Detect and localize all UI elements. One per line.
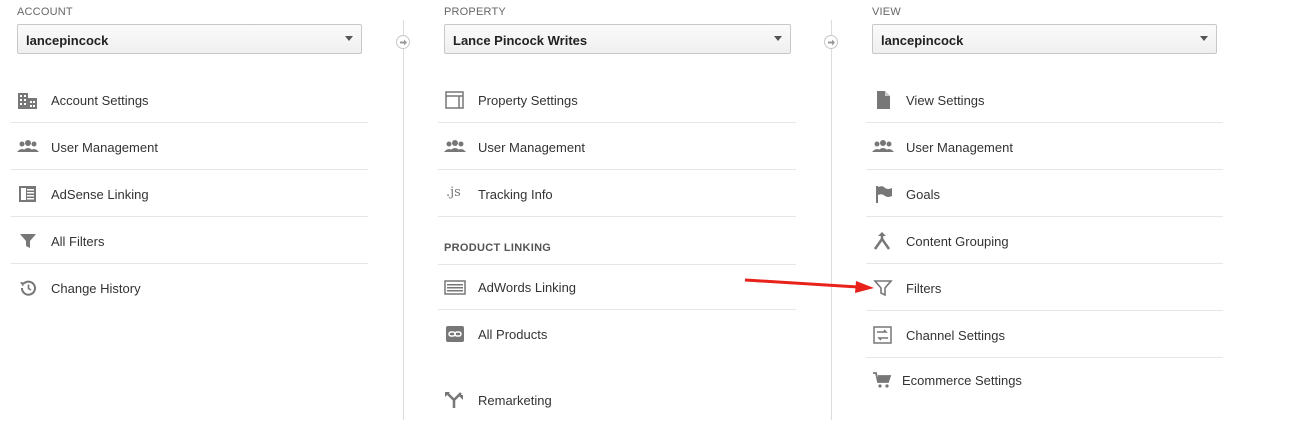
goals-label: Goals bbox=[906, 187, 940, 202]
property-settings-label: Property Settings bbox=[478, 93, 578, 108]
view-header: VIEW bbox=[872, 6, 901, 18]
property-user-management-item[interactable]: User Management bbox=[438, 124, 796, 170]
view-settings-item[interactable]: View Settings bbox=[866, 77, 1223, 123]
js-glyph: .js bbox=[446, 185, 461, 200]
history-icon bbox=[17, 279, 39, 297]
account-column: ACCOUNT lancepincock Account Settings Us… bbox=[11, 0, 372, 420]
all-products-item[interactable]: All Products bbox=[438, 311, 796, 357]
account-header: ACCOUNT bbox=[17, 6, 73, 18]
view-column: VIEW lancepincock View Settings User Man… bbox=[866, 0, 1227, 420]
column-divider bbox=[403, 20, 404, 420]
content-grouping-item[interactable]: Content Grouping bbox=[866, 218, 1223, 264]
ecommerce-settings-item[interactable]: Ecommerce Settings bbox=[866, 357, 1223, 403]
remarketing-item[interactable]: Remarketing bbox=[438, 377, 796, 423]
users-icon bbox=[872, 138, 894, 156]
adsense-linking-label: AdSense Linking bbox=[51, 187, 149, 202]
view-user-management-item[interactable]: User Management bbox=[866, 124, 1223, 170]
link-icon bbox=[444, 325, 466, 343]
view-settings-label: View Settings bbox=[906, 93, 985, 108]
document-icon bbox=[872, 91, 894, 109]
layout-icon bbox=[444, 91, 466, 109]
arrow-right-icon bbox=[396, 35, 410, 49]
filter-icon bbox=[17, 232, 39, 250]
change-history-label: Change History bbox=[51, 281, 141, 296]
filters-label: Filters bbox=[906, 281, 942, 296]
all-filters-item[interactable]: All Filters bbox=[11, 218, 368, 264]
adsense-linking-item[interactable]: AdSense Linking bbox=[11, 171, 368, 217]
grouping-icon bbox=[872, 232, 894, 250]
property-select[interactable]: Lance Pincock Writes bbox=[444, 24, 791, 54]
building-icon bbox=[17, 91, 39, 109]
account-select[interactable]: lancepincock bbox=[17, 24, 362, 54]
tracking-info-label: Tracking Info bbox=[478, 187, 553, 202]
chevron-down-icon bbox=[345, 36, 353, 41]
account-user-management-item[interactable]: User Management bbox=[11, 124, 368, 170]
flag-icon bbox=[872, 185, 894, 203]
channel-settings-item[interactable]: Channel Settings bbox=[866, 312, 1223, 358]
content-grouping-label: Content Grouping bbox=[906, 234, 1009, 249]
account-settings-label: Account Settings bbox=[51, 93, 149, 108]
ecommerce-settings-label: Ecommerce Settings bbox=[902, 373, 1022, 388]
view-user-management-label: User Management bbox=[906, 140, 1013, 155]
chevron-down-icon bbox=[1200, 36, 1208, 41]
column-divider bbox=[831, 20, 832, 420]
channel-settings-label: Channel Settings bbox=[906, 328, 1006, 343]
tracking-info-item[interactable]: .js Tracking Info bbox=[438, 171, 796, 217]
users-icon bbox=[17, 138, 39, 156]
cart-icon bbox=[872, 371, 894, 389]
property-settings-item[interactable]: Property Settings bbox=[438, 77, 796, 123]
account-user-management-label: User Management bbox=[51, 140, 158, 155]
property-column: PROPERTY Lance Pincock Writes Property S… bbox=[438, 0, 799, 420]
all-filters-label: All Filters bbox=[51, 234, 105, 249]
product-linking-section-label: PRODUCT LINKING bbox=[444, 242, 552, 254]
property-select-value: Lance Pincock Writes bbox=[453, 33, 588, 48]
filters-item[interactable]: Filters bbox=[866, 265, 1223, 311]
users-icon bbox=[444, 138, 466, 156]
remarketing-label: Remarketing bbox=[478, 393, 552, 408]
chevron-down-icon bbox=[774, 36, 782, 41]
adwords-icon bbox=[444, 278, 466, 296]
adwords-linking-label: AdWords Linking bbox=[478, 280, 577, 295]
js-icon: .js bbox=[444, 185, 466, 203]
channel-icon bbox=[872, 326, 894, 344]
red-annotation-arrow bbox=[744, 278, 874, 293]
remarketing-icon bbox=[444, 391, 466, 409]
property-header: PROPERTY bbox=[444, 6, 506, 18]
property-user-management-label: User Management bbox=[478, 140, 585, 155]
adsense-icon bbox=[17, 185, 39, 203]
arrow-right-icon bbox=[824, 35, 838, 49]
all-products-label: All Products bbox=[478, 327, 548, 342]
view-select[interactable]: lancepincock bbox=[872, 24, 1217, 54]
account-select-value: lancepincock bbox=[26, 33, 109, 48]
account-settings-item[interactable]: Account Settings bbox=[11, 77, 368, 123]
change-history-item[interactable]: Change History bbox=[11, 265, 368, 311]
view-select-value: lancepincock bbox=[881, 33, 964, 48]
goals-item[interactable]: Goals bbox=[866, 171, 1223, 217]
